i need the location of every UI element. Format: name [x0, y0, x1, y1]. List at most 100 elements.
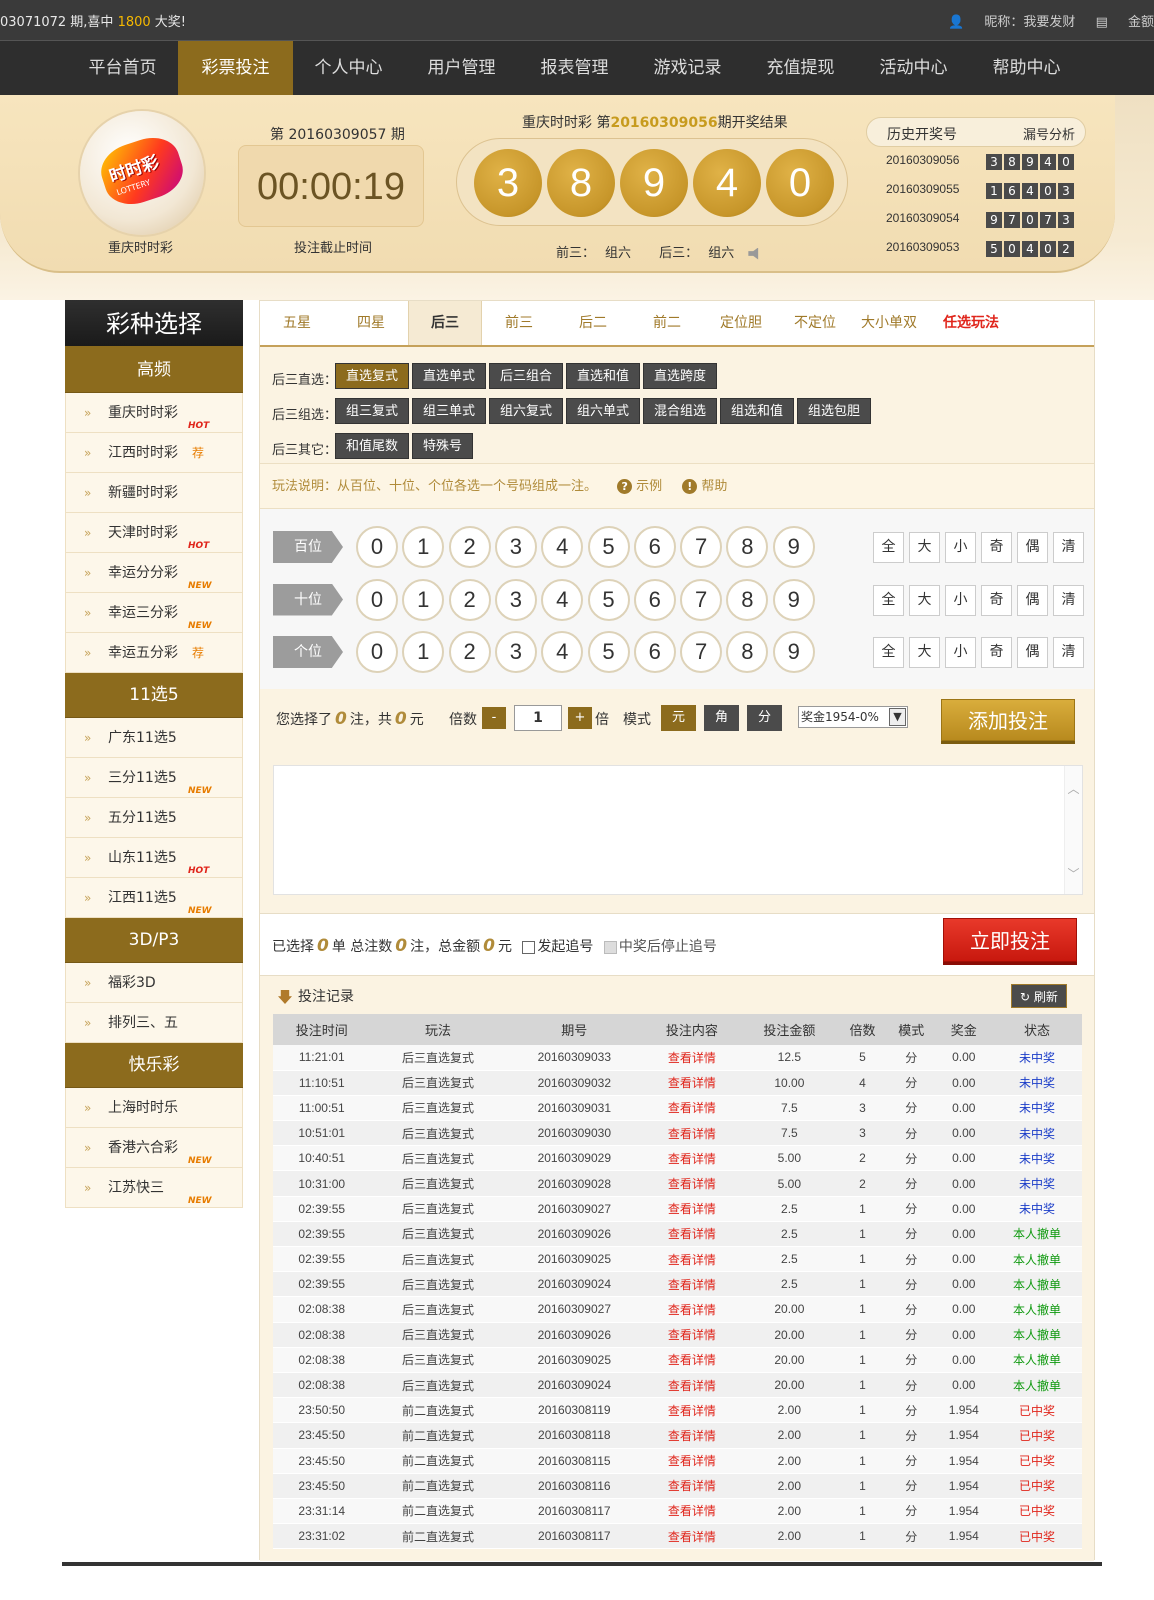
sidebar-item[interactable]: » 三分11选5 NEW — [65, 758, 243, 798]
tab-play[interactable]: 大小单双 — [852, 301, 926, 345]
digit-ball[interactable]: 8 — [726, 578, 769, 621]
sidebar-item[interactable]: » 新疆时时彩 — [65, 473, 243, 513]
digit-ball[interactable]: 0 — [356, 578, 398, 621]
digit-ball[interactable]: 2 — [448, 631, 491, 673]
prize-select[interactable]: 奖金1954-0% ▼ — [798, 706, 908, 728]
example-link[interactable]: 示例 — [636, 479, 662, 494]
multiplier-minus-button[interactable]: - — [482, 707, 506, 729]
bet-cart-list[interactable]: ︿ ﹀ — [273, 765, 1083, 895]
multiplier-input[interactable]: 1 — [514, 705, 562, 731]
sidebar-item[interactable]: » 五分11选5 — [65, 798, 243, 838]
quick-select-button[interactable]: 小 — [945, 584, 976, 616]
digit-ball[interactable]: 3 — [494, 526, 537, 568]
tab-play[interactable]: 不定位 — [778, 301, 852, 345]
view-details-link[interactable]: 查看详情 — [643, 1170, 741, 1197]
digit-ball[interactable]: 5 — [587, 631, 630, 673]
digit-ball[interactable]: 4 — [541, 526, 584, 568]
sidebar-category[interactable]: 高频 — [65, 348, 243, 393]
sub-play-button[interactable]: 直选和值 — [566, 363, 641, 389]
quick-select-button[interactable]: 清 — [1053, 637, 1084, 668]
quick-select-button[interactable]: 奇 — [981, 637, 1012, 668]
sidebar-item[interactable]: » 江西时时彩荐 — [65, 433, 243, 473]
mode-button[interactable]: 角 — [704, 705, 739, 731]
view-details-link[interactable]: 查看详情 — [643, 1120, 741, 1147]
view-details-link[interactable]: 查看详情 — [643, 1221, 741, 1248]
view-details-link[interactable]: 查看详情 — [643, 1271, 741, 1298]
submit-bet-button[interactable]: 立即投注 — [943, 918, 1077, 962]
digit-ball[interactable]: 4 — [541, 631, 584, 673]
nav-item[interactable]: 报表管理 — [517, 41, 632, 96]
chase-checkbox[interactable] — [522, 940, 536, 954]
quick-select-button[interactable]: 大 — [909, 584, 940, 616]
sub-play-button[interactable]: 直选跨度 — [643, 363, 718, 389]
digit-ball[interactable]: 0 — [356, 631, 398, 673]
sub-play-button[interactable]: 后三组合 — [489, 363, 564, 389]
quick-select-button[interactable]: 小 — [945, 532, 976, 563]
digit-ball[interactable]: 9 — [772, 578, 815, 621]
tab-play[interactable]: 任选玩法 — [926, 301, 1016, 345]
digit-ball[interactable]: 2 — [448, 526, 491, 568]
tab-play[interactable]: 前三 — [482, 301, 556, 345]
sidebar-item[interactable]: » 江苏快三 NEW — [65, 1168, 243, 1208]
sidebar-item[interactable]: » 排列三、五 — [65, 1003, 243, 1043]
quick-select-button[interactable]: 全 — [873, 532, 904, 563]
tab-play[interactable]: 后二 — [556, 301, 630, 345]
digit-ball[interactable]: 6 — [633, 631, 676, 673]
view-details-link[interactable]: 查看详情 — [643, 1397, 741, 1424]
sub-play-button[interactable]: 组三单式 — [412, 398, 487, 424]
sub-play-button[interactable]: 组三复式 — [335, 398, 410, 424]
sidebar-item[interactable]: » 幸运五分彩荐 — [65, 633, 243, 673]
tab-play[interactable]: 后三 — [408, 301, 482, 345]
view-details-link[interactable]: 查看详情 — [643, 1448, 741, 1474]
speaker-icon[interactable] — [748, 247, 759, 260]
digit-ball[interactable]: 0 — [356, 526, 398, 568]
quick-select-button[interactable]: 大 — [909, 637, 940, 668]
sidebar-item[interactable]: » 山东11选5 HOT — [65, 838, 243, 878]
quick-select-button[interactable]: 大 — [909, 532, 940, 563]
view-details-link[interactable]: 查看详情 — [643, 1422, 741, 1449]
tab-play[interactable]: 四星 — [334, 301, 408, 345]
digit-ball[interactable]: 6 — [633, 578, 676, 621]
quick-select-button[interactable]: 全 — [873, 637, 904, 668]
digit-ball[interactable]: 3 — [494, 631, 537, 673]
quick-select-button[interactable]: 小 — [945, 637, 976, 668]
quick-select-button[interactable]: 偶 — [1017, 532, 1048, 563]
sidebar-item[interactable]: » 江西11选5 NEW — [65, 878, 243, 918]
mode-button[interactable]: 元 — [661, 705, 696, 731]
sub-play-button[interactable]: 组六复式 — [489, 398, 564, 424]
scrollbar[interactable]: ︿ ﹀ — [1064, 766, 1082, 894]
sub-play-button[interactable]: 特殊号 — [412, 433, 474, 459]
sub-play-button[interactable]: 组六单式 — [566, 398, 641, 424]
sub-play-button[interactable]: 组选包胆 — [797, 398, 872, 424]
digit-ball[interactable]: 6 — [633, 526, 676, 568]
sidebar-item[interactable]: » 幸运分分彩 NEW — [65, 553, 243, 593]
help-link[interactable]: 帮助 — [701, 479, 727, 494]
view-details-link[interactable]: 查看详情 — [643, 1473, 741, 1499]
nav-item[interactable]: 活动中心 — [856, 41, 971, 96]
digit-ball[interactable]: 1 — [402, 631, 445, 673]
sub-play-button[interactable]: 组选和值 — [720, 398, 795, 424]
view-details-link[interactable]: 查看详情 — [643, 1095, 741, 1122]
quick-select-button[interactable]: 奇 — [981, 532, 1012, 563]
refresh-button[interactable]: ↻ 刷新 — [1011, 984, 1067, 1008]
view-details-link[interactable]: 查看详情 — [643, 1347, 741, 1373]
view-details-link[interactable]: 查看详情 — [643, 1045, 741, 1071]
digit-ball[interactable]: 7 — [680, 631, 723, 673]
sidebar-category[interactable]: 快乐彩 — [65, 1043, 243, 1088]
view-details-link[interactable]: 查看详情 — [643, 1246, 741, 1273]
view-details-link[interactable]: 查看详情 — [643, 1070, 741, 1096]
nickname[interactable]: 👤 昵称：我要发财 — [948, 15, 1075, 30]
nav-item[interactable]: 帮助中心 — [969, 41, 1084, 96]
sidebar-item[interactable]: » 广东11选5 — [65, 718, 243, 758]
multiplier-plus-button[interactable]: + — [568, 707, 592, 729]
sidebar-category[interactable]: 11选5 — [65, 673, 243, 718]
quick-select-button[interactable]: 奇 — [981, 584, 1012, 616]
sub-play-button[interactable]: 直选复式 — [335, 363, 410, 389]
view-details-link[interactable]: 查看详情 — [643, 1196, 741, 1222]
sub-play-button[interactable]: 混合组选 — [643, 398, 718, 424]
tab-play[interactable]: 前二 — [630, 301, 704, 345]
nav-item[interactable]: 用户管理 — [404, 41, 519, 96]
quick-select-button[interactable]: 偶 — [1017, 584, 1048, 616]
sidebar-item[interactable]: » 天津时时彩 HOT — [65, 513, 243, 553]
add-bet-button[interactable]: 添加投注 — [941, 699, 1075, 741]
